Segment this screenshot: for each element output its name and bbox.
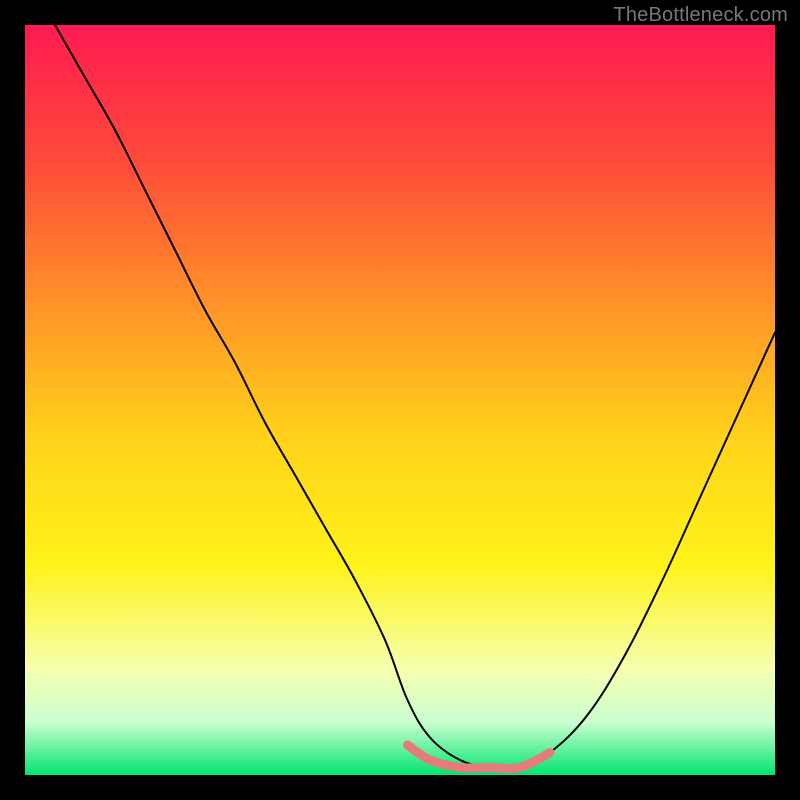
watermark-text: TheBottleneck.com — [613, 4, 788, 27]
plot-area — [25, 25, 775, 775]
gradient-background — [25, 25, 775, 775]
plot-svg — [25, 25, 775, 775]
chart-frame: TheBottleneck.com — [0, 0, 800, 800]
